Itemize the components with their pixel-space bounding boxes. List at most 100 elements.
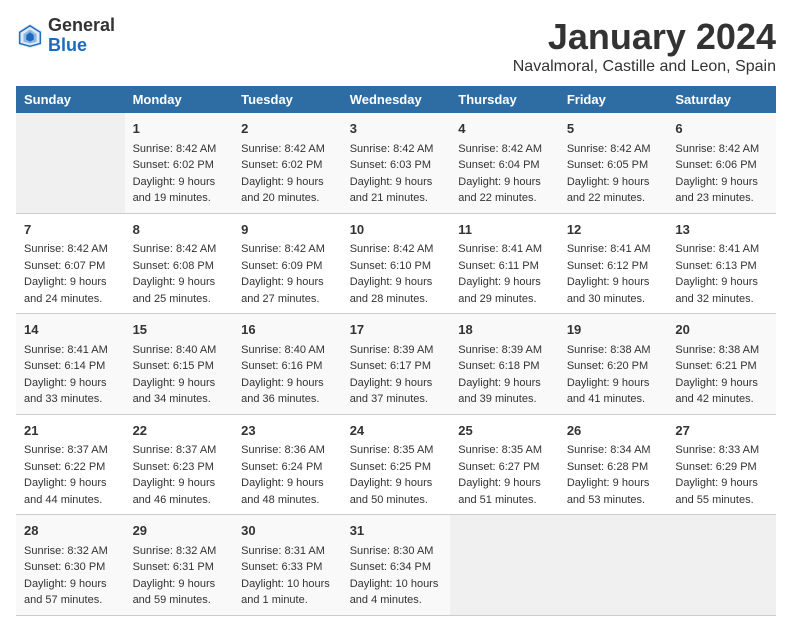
logo: General Blue (16, 16, 115, 56)
day-info: Sunrise: 8:41 AM Sunset: 6:13 PM Dayligh… (675, 243, 759, 305)
logo-icon (16, 22, 44, 50)
day-number: 26 (567, 421, 660, 441)
calendar-cell: 12 Sunrise: 8:41 AM Sunset: 6:12 PM Dayli… (559, 213, 668, 314)
calendar-cell: 31 Sunrise: 8:30 AM Sunset: 6:34 PM Dayli… (342, 515, 451, 616)
calendar-cell (450, 515, 559, 616)
day-number: 18 (458, 320, 551, 340)
day-number: 31 (350, 521, 443, 541)
calendar-cell: 15 Sunrise: 8:40 AM Sunset: 6:15 PM Dayli… (125, 314, 234, 415)
month-title: January 2024 (513, 16, 776, 58)
day-info: Sunrise: 8:42 AM Sunset: 6:05 PM Dayligh… (567, 143, 651, 205)
calendar-cell: 10 Sunrise: 8:42 AM Sunset: 6:10 PM Dayli… (342, 213, 451, 314)
day-number: 17 (350, 320, 443, 340)
day-number: 16 (241, 320, 334, 340)
day-info: Sunrise: 8:38 AM Sunset: 6:21 PM Dayligh… (675, 344, 759, 406)
day-info: Sunrise: 8:42 AM Sunset: 6:03 PM Dayligh… (350, 143, 434, 205)
day-number: 3 (350, 119, 443, 139)
calendar-cell: 9 Sunrise: 8:42 AM Sunset: 6:09 PM Daylig… (233, 213, 342, 314)
day-info: Sunrise: 8:42 AM Sunset: 6:02 PM Dayligh… (133, 143, 217, 205)
calendar-cell: 29Sunrise: 8:32 AM Sunset: 6:31 PM Dayli… (125, 515, 234, 616)
calendar-cell: 11 Sunrise: 8:41 AM Sunset: 6:11 PM Dayli… (450, 213, 559, 314)
calendar-cell: 28 Sunrise: 8:32 AM Sunset: 6:30 PM Dayli… (16, 515, 125, 616)
calendar-body: 1 Sunrise: 8:42 AM Sunset: 6:02 PM Daylig… (16, 113, 776, 615)
day-number: 19 (567, 320, 660, 340)
day-info: Sunrise: 8:35 AM Sunset: 6:25 PM Dayligh… (350, 444, 434, 506)
calendar-cell: 18 Sunrise: 8:39 AM Sunset: 6:18 PM Dayli… (450, 314, 559, 415)
calendar-cell: 27Sunrise: 8:33 AM Sunset: 6:29 PM Dayli… (667, 414, 776, 515)
column-header-tuesday: Tuesday (233, 86, 342, 113)
day-number: 11 (458, 220, 551, 240)
page-header: General Blue January 2024 Navalmoral, Ca… (16, 16, 776, 76)
calendar-cell: 8 Sunrise: 8:42 AM Sunset: 6:08 PM Daylig… (125, 213, 234, 314)
day-number: 10 (350, 220, 443, 240)
week-row: 21Sunrise: 8:37 AM Sunset: 6:22 PM Dayli… (16, 414, 776, 515)
calendar-cell: 5 Sunrise: 8:42 AM Sunset: 6:05 PM Daylig… (559, 113, 668, 213)
calendar-cell: 30Sunrise: 8:31 AM Sunset: 6:33 PM Dayli… (233, 515, 342, 616)
day-number: 25 (458, 421, 551, 441)
day-info: Sunrise: 8:35 AM Sunset: 6:27 PM Dayligh… (458, 444, 542, 506)
calendar-cell: 25 Sunrise: 8:35 AM Sunset: 6:27 PM Dayli… (450, 414, 559, 515)
day-info: Sunrise: 8:32 AM Sunset: 6:31 PM Dayligh… (133, 545, 217, 607)
day-number: 5 (567, 119, 660, 139)
day-info: Sunrise: 8:42 AM Sunset: 6:08 PM Dayligh… (133, 243, 217, 305)
day-info: Sunrise: 8:39 AM Sunset: 6:17 PM Dayligh… (350, 344, 434, 406)
calendar-header: SundayMondayTuesdayWednesdayThursdayFrid… (16, 86, 776, 113)
day-info: Sunrise: 8:42 AM Sunset: 6:04 PM Dayligh… (458, 143, 542, 205)
calendar-cell: 17 Sunrise: 8:39 AM Sunset: 6:17 PM Dayli… (342, 314, 451, 415)
calendar-cell: 1 Sunrise: 8:42 AM Sunset: 6:02 PM Daylig… (125, 113, 234, 213)
day-number: 8 (133, 220, 226, 240)
day-info: Sunrise: 8:42 AM Sunset: 6:07 PM Dayligh… (24, 243, 108, 305)
header-row: SundayMondayTuesdayWednesdayThursdayFrid… (16, 86, 776, 113)
day-number: 6 (675, 119, 768, 139)
day-number: 24 (350, 421, 443, 441)
day-info: Sunrise: 8:32 AM Sunset: 6:30 PM Dayligh… (24, 545, 108, 607)
calendar-cell: 13 Sunrise: 8:41 AM Sunset: 6:13 PM Dayli… (667, 213, 776, 314)
calendar-cell: 6 Sunrise: 8:42 AM Sunset: 6:06 PM Daylig… (667, 113, 776, 213)
day-number: 30 (241, 521, 334, 541)
calendar-cell: 19Sunrise: 8:38 AM Sunset: 6:20 PM Dayli… (559, 314, 668, 415)
day-number: 22 (133, 421, 226, 441)
day-number: 1 (133, 119, 226, 139)
calendar-cell: 2Sunrise: 8:42 AM Sunset: 6:02 PM Daylig… (233, 113, 342, 213)
day-number: 13 (675, 220, 768, 240)
day-number: 12 (567, 220, 660, 240)
column-header-friday: Friday (559, 86, 668, 113)
day-info: Sunrise: 8:42 AM Sunset: 6:06 PM Dayligh… (675, 143, 759, 205)
calendar-cell: 14 Sunrise: 8:41 AM Sunset: 6:14 PM Dayli… (16, 314, 125, 415)
day-number: 7 (24, 220, 117, 240)
day-info: Sunrise: 8:41 AM Sunset: 6:14 PM Dayligh… (24, 344, 108, 406)
day-number: 15 (133, 320, 226, 340)
calendar-cell: 26Sunrise: 8:34 AM Sunset: 6:28 PM Dayli… (559, 414, 668, 515)
day-info: Sunrise: 8:39 AM Sunset: 6:18 PM Dayligh… (458, 344, 542, 406)
day-info: Sunrise: 8:42 AM Sunset: 6:10 PM Dayligh… (350, 243, 434, 305)
day-info: Sunrise: 8:37 AM Sunset: 6:22 PM Dayligh… (24, 444, 108, 506)
calendar-table: SundayMondayTuesdayWednesdayThursdayFrid… (16, 86, 776, 616)
column-header-wednesday: Wednesday (342, 86, 451, 113)
day-number: 20 (675, 320, 768, 340)
day-info: Sunrise: 8:41 AM Sunset: 6:12 PM Dayligh… (567, 243, 651, 305)
column-header-saturday: Saturday (667, 86, 776, 113)
column-header-thursday: Thursday (450, 86, 559, 113)
day-info: Sunrise: 8:40 AM Sunset: 6:15 PM Dayligh… (133, 344, 217, 406)
day-number: 9 (241, 220, 334, 240)
day-info: Sunrise: 8:30 AM Sunset: 6:34 PM Dayligh… (350, 545, 439, 607)
logo-general-text: General (48, 15, 115, 35)
week-row: 28 Sunrise: 8:32 AM Sunset: 6:30 PM Dayli… (16, 515, 776, 616)
day-number: 4 (458, 119, 551, 139)
day-info: Sunrise: 8:42 AM Sunset: 6:02 PM Dayligh… (241, 143, 325, 205)
day-number: 23 (241, 421, 334, 441)
calendar-cell (667, 515, 776, 616)
day-info: Sunrise: 8:37 AM Sunset: 6:23 PM Dayligh… (133, 444, 217, 506)
calendar-cell: 22 Sunrise: 8:37 AM Sunset: 6:23 PM Dayli… (125, 414, 234, 515)
day-info: Sunrise: 8:41 AM Sunset: 6:11 PM Dayligh… (458, 243, 542, 305)
calendar-cell: 7 Sunrise: 8:42 AM Sunset: 6:07 PM Daylig… (16, 213, 125, 314)
calendar-cell: 23Sunrise: 8:36 AM Sunset: 6:24 PM Dayli… (233, 414, 342, 515)
logo-text: General Blue (48, 16, 115, 56)
day-number: 14 (24, 320, 117, 340)
calendar-cell (559, 515, 668, 616)
calendar-cell: 21Sunrise: 8:37 AM Sunset: 6:22 PM Dayli… (16, 414, 125, 515)
day-info: Sunrise: 8:42 AM Sunset: 6:09 PM Dayligh… (241, 243, 325, 305)
week-row: 7 Sunrise: 8:42 AM Sunset: 6:07 PM Daylig… (16, 213, 776, 314)
day-number: 28 (24, 521, 117, 541)
calendar-cell: 24 Sunrise: 8:35 AM Sunset: 6:25 PM Dayli… (342, 414, 451, 515)
